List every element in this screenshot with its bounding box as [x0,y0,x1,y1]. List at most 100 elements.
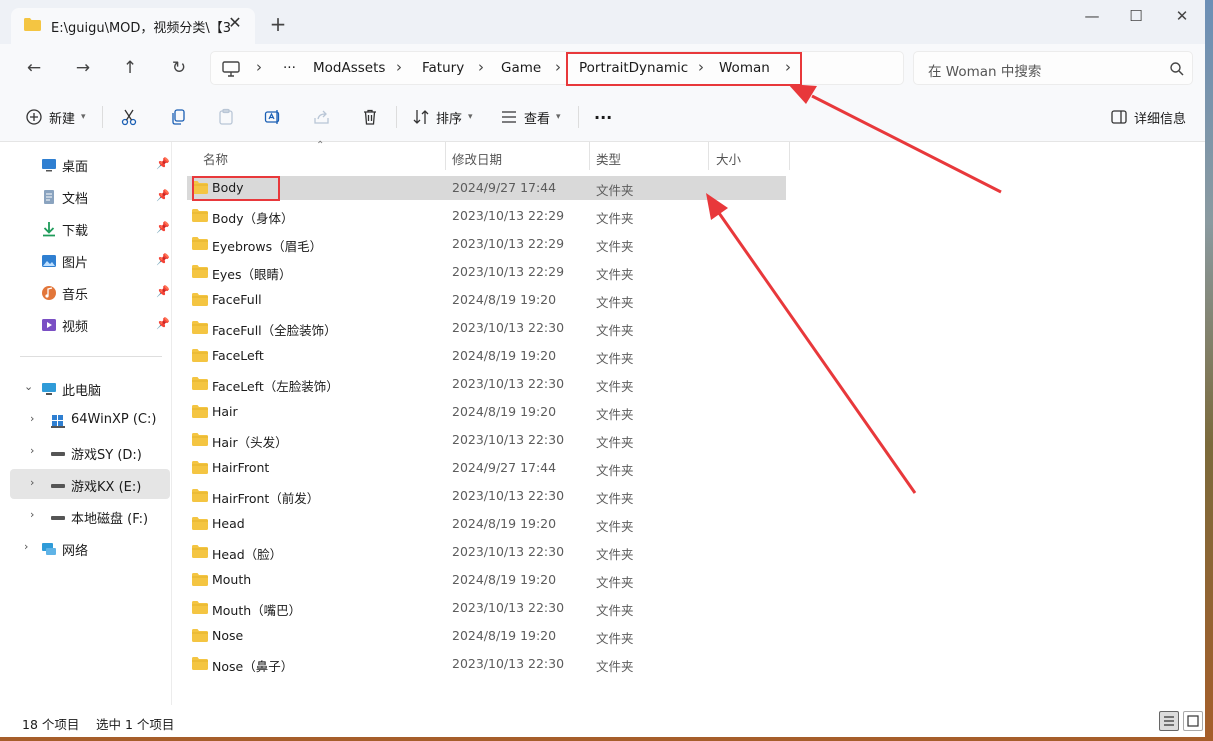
file-row[interactable]: Mouth（嘴巴） 2023/10/13 22:30 文件夹 [187,596,786,620]
sort-button[interactable]: 排序 ▾ [412,106,473,128]
file-row[interactable]: Nose 2024/8/19 19:20 文件夹 [187,624,786,648]
file-row[interactable]: Body（身体） 2023/10/13 22:29 文件夹 [187,204,786,228]
folder-icon [192,293,208,306]
file-row[interactable]: Head（脸） 2023/10/13 22:30 文件夹 [187,540,786,564]
search-box[interactable]: 在 Woman 中搜索 [913,51,1193,85]
file-row[interactable]: FaceLeft 2024/8/19 19:20 文件夹 [187,344,786,368]
search-placeholder: 在 Woman 中搜索 [928,64,1042,80]
share-button[interactable] [313,106,331,128]
column-divider[interactable] [708,142,709,170]
file-row[interactable]: Hair 2024/8/19 19:20 文件夹 [187,400,786,424]
details-pane-icon [1111,110,1127,124]
sidebar-item-music[interactable]: 音乐 📌 [10,277,170,307]
column-header-size[interactable]: 大小 [716,149,741,168]
folder-icon [192,573,208,586]
file-row[interactable]: Eyebrows（眉毛） 2023/10/13 22:29 文件夹 [187,232,786,256]
breadcrumb-modassets[interactable]: ModAssets [313,60,385,76]
breadcrumb-overflow[interactable]: ··· [283,60,296,76]
maximize-button[interactable]: ☐ [1120,4,1152,28]
folder-icon [192,349,208,362]
delete-button[interactable] [361,106,379,128]
command-bar: 新建 ▾ 排序 ▾ 查看 ▾ ··· 详细信息 [0,92,1205,142]
file-name: Mouth [212,572,252,587]
folder-icon [24,18,41,31]
chevron-down-icon[interactable]: ⌄ [24,380,33,393]
sidebar-item-videos[interactable]: 视频 📌 [10,309,170,339]
sidebar-item-drive-c[interactable]: › 64WinXP (C:) [10,405,170,435]
view-button[interactable]: 查看 ▾ [500,106,561,128]
computer-icon[interactable] [222,61,240,77]
new-tab-button[interactable]: + [266,12,290,36]
breadcrumb-game[interactable]: Game [501,60,541,76]
cut-button[interactable] [120,106,138,128]
chevron-right-icon[interactable]: › [30,412,34,425]
sidebar-item-desktop[interactable]: 桌面 📌 [10,149,170,179]
scissors-icon [121,109,137,126]
file-row[interactable]: Nose（鼻子） 2023/10/13 22:30 文件夹 [187,652,786,676]
large-icons-view-button[interactable] [1183,711,1203,731]
file-row[interactable]: FaceFull（全脸装饰） 2023/10/13 22:30 文件夹 [187,316,786,340]
column-divider[interactable] [589,142,590,170]
sidebar-item-downloads[interactable]: 下载 📌 [10,213,170,243]
toolbar-divider [396,106,397,128]
column-header-type[interactable]: 类型 [596,149,621,168]
tab-close-button[interactable]: ✕ [224,12,246,34]
sidebar-item-documents[interactable]: 文档 📌 [10,181,170,211]
minimize-button[interactable]: — [1076,4,1108,28]
column-header-date[interactable]: 修改日期 [452,149,502,168]
sidebar-item-this-pc[interactable]: ⌄ 此电脑 [10,373,170,403]
sidebar-item-drive-f[interactable]: › 本地磁盘 (F:) [10,501,170,531]
sidebar-item-label: 桌面 [62,160,89,175]
file-date: 2023/10/13 22:29 [452,208,565,223]
chevron-right-icon[interactable]: › [30,508,34,521]
chevron-right-icon[interactable]: › [24,540,28,553]
pin-icon: 📌 [156,317,170,330]
rename-button[interactable] [264,106,282,128]
file-type: 文件夹 [596,659,634,674]
pin-icon: 📌 [156,157,170,170]
file-date: 2023/10/13 22:29 [452,264,565,279]
file-row[interactable]: FaceFull 2024/8/19 19:20 文件夹 [187,288,786,312]
file-date: 2024/8/19 19:20 [452,404,557,419]
file-row[interactable]: HairFront（前发） 2023/10/13 22:30 文件夹 [187,484,786,508]
column-divider[interactable] [789,142,790,170]
sidebar-item-network[interactable]: › 网络 [10,533,170,563]
column-divider[interactable] [445,142,446,170]
file-row[interactable]: HairFront 2024/9/27 17:44 文件夹 [187,456,786,480]
refresh-button[interactable]: ↻ [165,54,193,82]
chevron-right-icon[interactable]: › [30,444,34,457]
sidebar-divider [20,356,162,357]
chevron-right-icon[interactable]: › [30,476,34,489]
copy-button[interactable] [169,106,187,128]
close-window-button[interactable]: ✕ [1166,4,1198,28]
file-row[interactable]: Hair（头发） 2023/10/13 22:30 文件夹 [187,428,786,452]
up-button[interactable]: ↑ [116,54,144,82]
sidebar-item-label: 64WinXP (C:) [71,412,157,427]
file-name: Eyes（眼睛） [212,267,292,282]
forward-button[interactable]: → [69,54,97,82]
item-count: 18 个项目 [22,717,80,732]
column-header-name[interactable]: 名称 [203,149,228,168]
file-name: FaceFull [212,292,262,307]
file-type: 文件夹 [596,463,634,478]
back-button[interactable]: ← [20,54,48,82]
breadcrumb-fatury[interactable]: Fatury [422,60,464,76]
file-row[interactable]: Mouth 2024/8/19 19:20 文件夹 [187,568,786,592]
drive-icon [51,516,65,520]
sidebar-item-drive-e[interactable]: › 游戏KX (E:) [10,469,170,499]
tab-current[interactable]: E:\guigu\MOD，视频分类\【3 ✕ [11,8,255,44]
chevron-right-icon: › [256,58,262,76]
more-options-button[interactable]: ··· [594,106,612,128]
file-date: 2023/10/13 22:29 [452,236,565,251]
sidebar-item-drive-d[interactable]: › 游戏SY (D:) [10,437,170,467]
file-row[interactable]: Eyes（眼睛） 2023/10/13 22:29 文件夹 [187,260,786,284]
details-view-button[interactable] [1159,711,1179,731]
sidebar-item-label: 此电脑 [62,384,102,399]
new-button[interactable]: 新建 ▾ [25,106,86,128]
sidebar-item-pictures[interactable]: 图片 📌 [10,245,170,275]
file-row[interactable]: Head 2024/8/19 19:20 文件夹 [187,512,786,536]
details-pane-button[interactable]: 详细信息 [1110,106,1186,128]
file-row[interactable]: FaceLeft（左脸装饰） 2023/10/13 22:30 文件夹 [187,372,786,396]
paste-button[interactable] [217,106,235,128]
sidebar-item-label: 游戏SY (D:) [71,448,142,463]
